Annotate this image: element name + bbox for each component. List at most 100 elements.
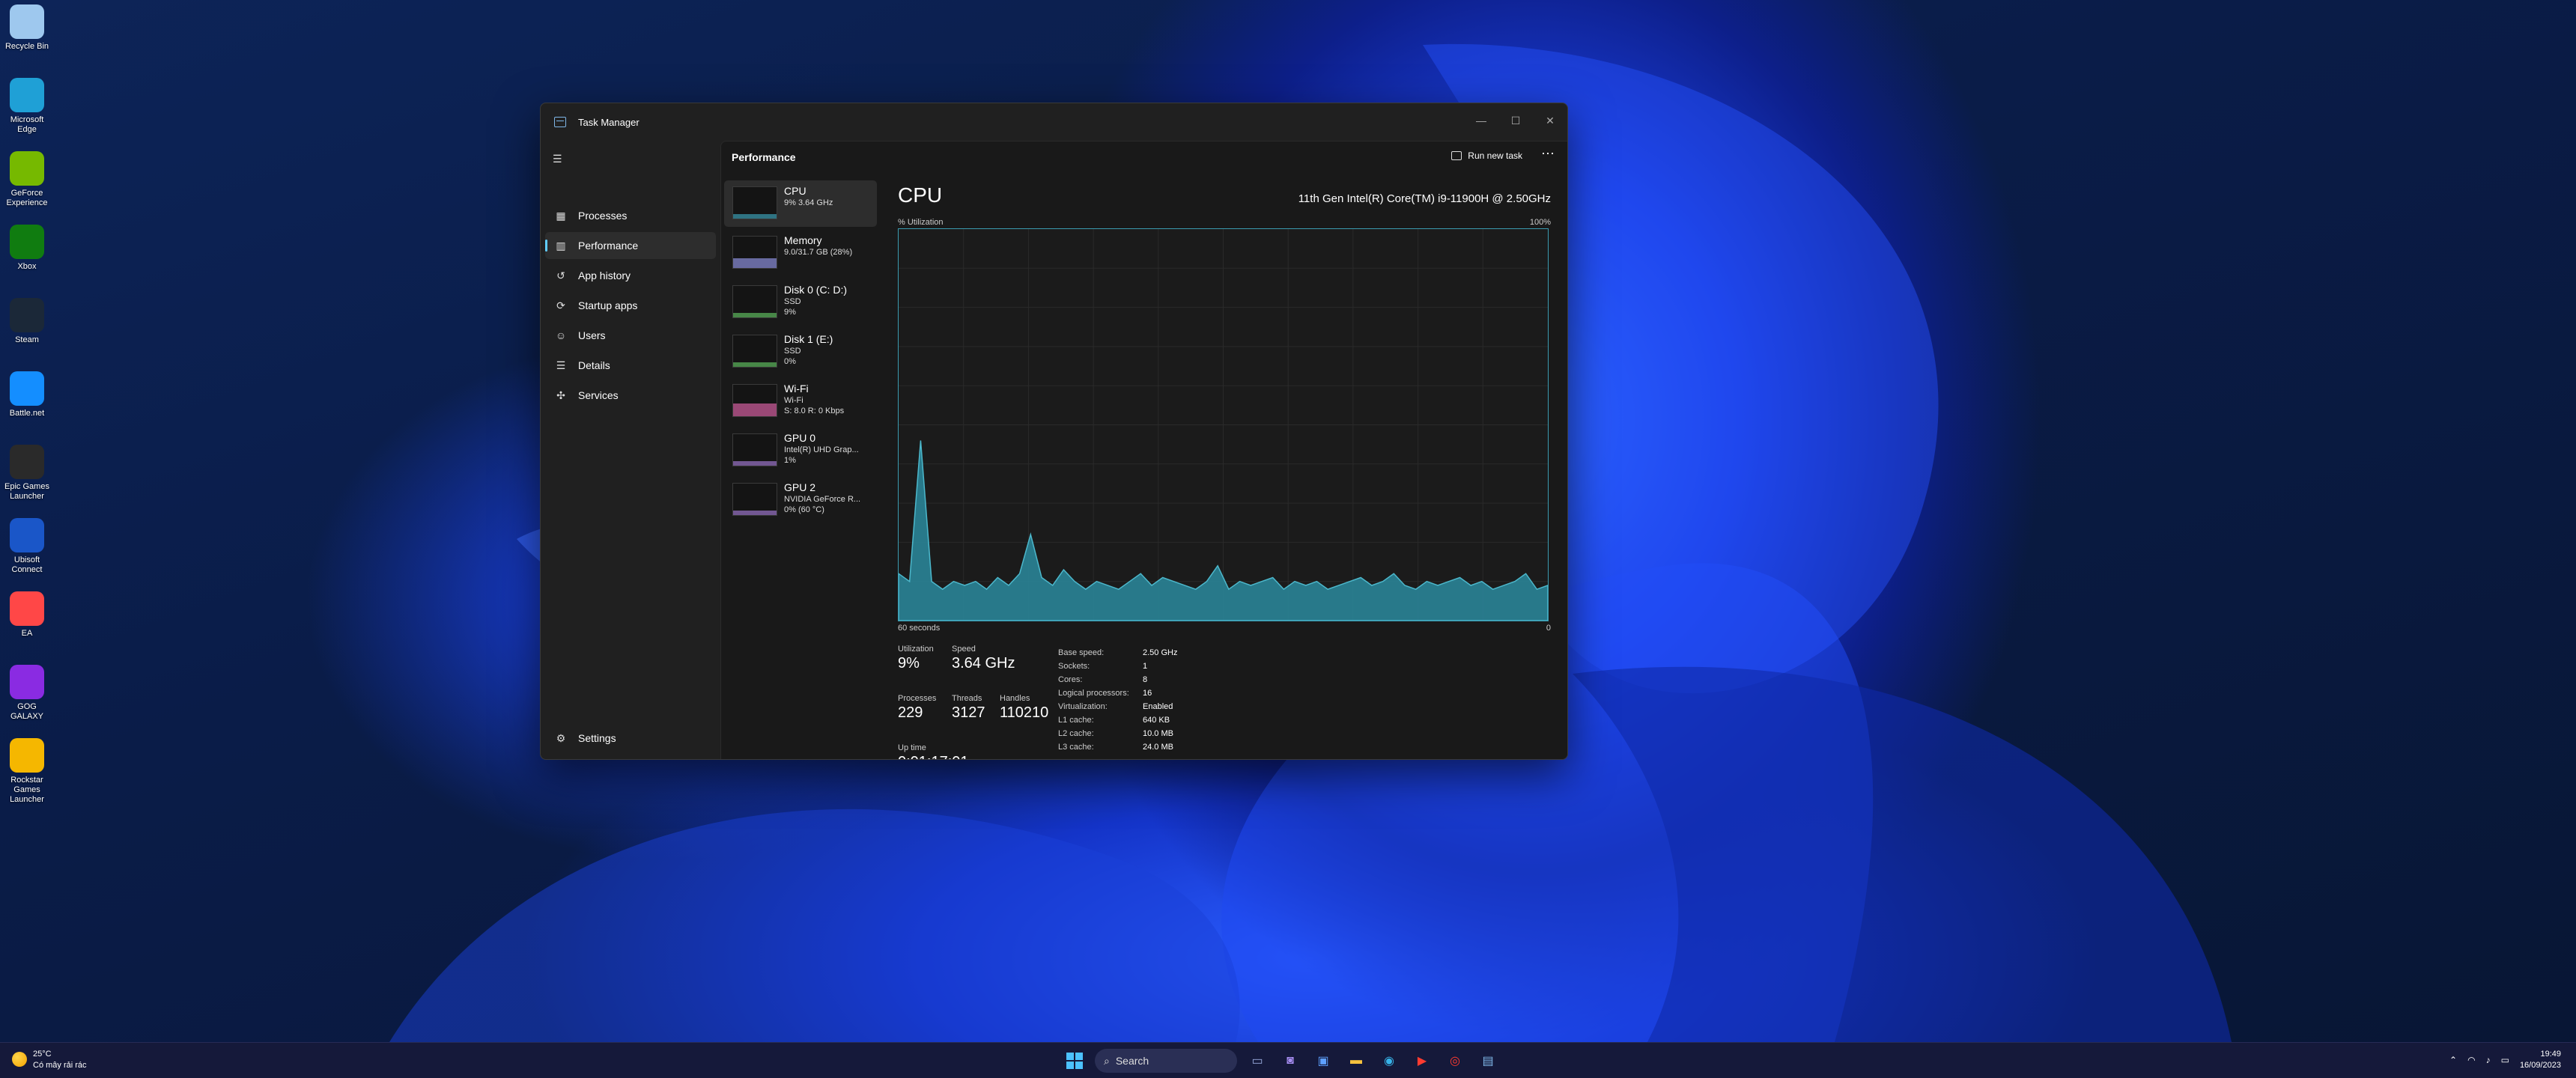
- stat-label: Handles: [1000, 694, 1030, 703]
- users-icon: ☺: [555, 329, 567, 341]
- title-bar[interactable]: Task Manager — ☐ ✕: [541, 103, 1567, 141]
- nav-item-users[interactable]: ☺ Users: [545, 322, 716, 349]
- services-icon: ✣: [556, 389, 565, 401]
- nav-item-startup-apps[interactable]: ⟳ Startup apps: [545, 292, 716, 319]
- desktop-icon[interactable]: Steam: [4, 298, 49, 345]
- device-detail: NVIDIA GeForce R...: [784, 495, 861, 504]
- nav-item-label: Details: [578, 359, 610, 371]
- spec-label: L3 cache:: [1058, 743, 1094, 752]
- nav-item-label: Settings: [578, 732, 616, 744]
- youtube-icon[interactable]: ▶: [1409, 1048, 1435, 1074]
- desktop-icon-label: Xbox: [17, 262, 37, 271]
- desktop-icon[interactable]: GOG GALAXY: [4, 665, 49, 722]
- device-name: CPU: [784, 185, 806, 197]
- stat-label: Speed: [952, 645, 976, 654]
- taskbar-search[interactable]: ⌕ Search: [1095, 1049, 1237, 1073]
- device-item[interactable]: CPU 9% 3.64 GHz: [724, 180, 877, 227]
- stat-label: Processes: [898, 694, 937, 703]
- more-options-icon[interactable]: ⋯: [1541, 146, 1555, 162]
- file-explorer-icon[interactable]: ▬: [1343, 1048, 1369, 1074]
- device-item[interactable]: GPU 0 Intel(R) UHD Grap... 1%: [724, 427, 877, 474]
- device-thumbnail: [732, 433, 777, 466]
- cpu-model: 11th Gen Intel(R) Core(TM) i9-11900H @ 2…: [1298, 192, 1551, 205]
- device-detail: SSD: [784, 347, 801, 356]
- nav-item-settings[interactable]: ⚙ Settings: [545, 725, 716, 752]
- device-detail: S: 8.0 R: 0 Kbps: [784, 406, 845, 415]
- desktop-icon-label: Epic Games Launcher: [4, 482, 49, 501]
- teams-chat-icon[interactable]: ◙: [1278, 1048, 1303, 1074]
- nav-item-services[interactable]: ✣ Services: [545, 382, 716, 409]
- desktop-icon[interactable]: EA: [4, 591, 49, 639]
- device-thumbnail: [732, 285, 777, 318]
- weather-desc: Có mây rải rác: [33, 1061, 87, 1070]
- nav-item-details[interactable]: ☰ Details: [545, 352, 716, 379]
- device-thumbnail: [732, 384, 777, 417]
- weather-widget[interactable]: 25°C Có mây rải rác: [12, 1049, 87, 1071]
- spec-value: 16: [1143, 689, 1152, 698]
- minimize-button[interactable]: —: [1464, 109, 1498, 132]
- processes-icon: ▦: [556, 209, 566, 222]
- windows-logo-icon: [1066, 1053, 1083, 1069]
- desktop-icon[interactable]: Microsoft Edge: [4, 78, 49, 135]
- ubisoft-icon: [10, 518, 44, 552]
- stat-value: 0:01:17:01: [898, 754, 969, 759]
- stat-label: Threads: [952, 694, 982, 703]
- stat-value: 3127: [952, 704, 985, 721]
- wifi-icon[interactable]: ◠: [2467, 1055, 2475, 1065]
- device-item[interactable]: GPU 2 NVIDIA GeForce R... 0% (60 °C): [724, 477, 877, 523]
- desktop-icon[interactable]: GeForce Experience: [4, 151, 49, 208]
- nav-item-processes[interactable]: ▦ Processes: [545, 202, 716, 229]
- nav-item-label: Performance: [578, 240, 639, 252]
- task-manager-taskbar-icon[interactable]: ▤: [1475, 1048, 1501, 1074]
- cpu-detail: CPU 11th Gen Intel(R) Core(TM) i9-11900H…: [898, 180, 1551, 759]
- desktop-icon[interactable]: Battle.net: [4, 371, 49, 418]
- nav-item-label: Services: [578, 389, 619, 401]
- stat-value: 110210: [1000, 704, 1049, 721]
- desktop-icon[interactable]: Recycle Bin: [4, 4, 49, 52]
- stat-handles: Handles 110210: [1000, 694, 1048, 722]
- stat-value: 9%: [898, 655, 920, 672]
- desktop-icon[interactable]: Ubisoft Connect: [4, 518, 49, 575]
- epic-games-icon: [10, 445, 44, 479]
- device-item[interactable]: Wi-Fi Wi-Fi S: 8.0 R: 0 Kbps: [724, 378, 877, 424]
- device-name: GPU 0: [784, 432, 816, 444]
- maximize-button[interactable]: ☐: [1498, 109, 1533, 132]
- nav-item-performance[interactable]: ▥ Performance: [545, 232, 716, 259]
- desktop-icon[interactable]: Rockstar Games Launcher: [4, 738, 49, 805]
- edge-icon: [10, 78, 44, 112]
- edge-icon[interactable]: ◉: [1376, 1048, 1402, 1074]
- microsoft-store-icon[interactable]: ▣: [1310, 1048, 1336, 1074]
- device-item[interactable]: Memory 9.0/31.7 GB (28%): [724, 230, 877, 276]
- performance-icon: ▥: [556, 239, 566, 252]
- start-button[interactable]: [1062, 1048, 1087, 1074]
- chevron-up-icon[interactable]: ⌃: [2449, 1055, 2457, 1065]
- desktop-icon[interactable]: Xbox: [4, 225, 49, 272]
- battery-icon[interactable]: ▭: [2501, 1055, 2509, 1065]
- spec-value: 8: [1143, 675, 1148, 684]
- clock[interactable]: 19:49 16/09/2023: [2520, 1049, 2561, 1071]
- device-item[interactable]: Disk 0 (C: D:) SSD 9%: [724, 279, 877, 326]
- stat-speed: Speed 3.64 GHz: [952, 645, 1015, 672]
- stat-value: 3.64 GHz: [952, 655, 1015, 672]
- run-new-task-button[interactable]: Run new task: [1451, 150, 1522, 161]
- desktop-icon-label: GOG GALAXY: [10, 702, 44, 721]
- close-button[interactable]: ✕: [1533, 109, 1567, 132]
- speaker-icon[interactable]: ♪: [2486, 1055, 2491, 1065]
- youtube-music-icon[interactable]: ◎: [1442, 1048, 1468, 1074]
- desktop-icon-label: Recycle Bin: [4, 42, 49, 51]
- desktop-icon-label: Rockstar Games Launcher: [10, 776, 44, 804]
- device-item[interactable]: Disk 1 (E:) SSD 0%: [724, 329, 877, 375]
- desktop-icon[interactable]: Epic Games Launcher: [4, 445, 49, 502]
- hamburger-menu-button[interactable]: ☰: [545, 145, 572, 172]
- nav-item-label: Processes: [578, 210, 628, 222]
- utilization-axis-label: % Utilization: [898, 218, 944, 227]
- spec-label: Virtualization:: [1058, 702, 1108, 711]
- spec-value: 24.0 MB: [1143, 743, 1173, 752]
- task-view-icon[interactable]: ▭: [1245, 1048, 1270, 1074]
- device-name: Disk 0 (C: D:): [784, 284, 847, 296]
- device-detail: 9.0/31.7 GB (28%): [784, 248, 853, 257]
- device-detail: SSD: [784, 297, 801, 306]
- run-new-task-label: Run new task: [1468, 150, 1522, 161]
- nav-item-app-history[interactable]: ↺ App history: [545, 262, 716, 289]
- search-icon: ⌕: [1104, 1054, 1110, 1067]
